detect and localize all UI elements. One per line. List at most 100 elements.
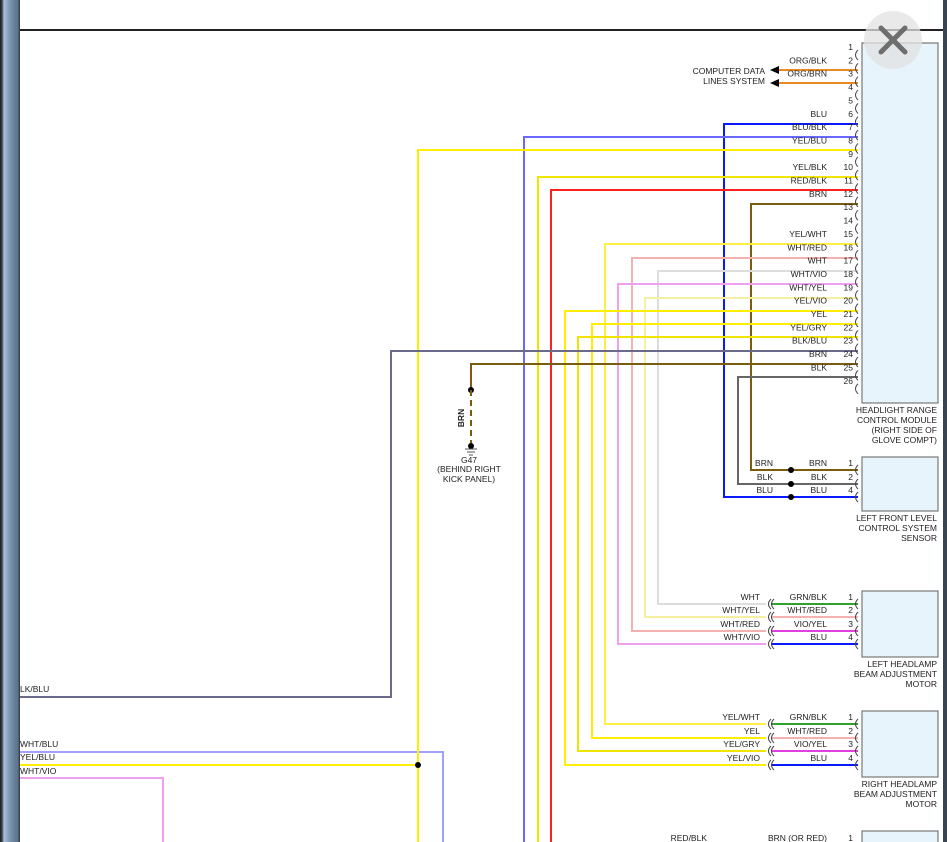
pin-number: 3 <box>848 619 853 629</box>
connector-terminal <box>768 638 772 650</box>
wire-label: GRN/BLK <box>790 712 828 722</box>
pin-number: 4 <box>848 632 853 642</box>
wire-label: WHT/VIO <box>20 766 57 776</box>
wire-label: BLU/BLK <box>792 122 827 132</box>
wire-label: RED/BLK <box>791 176 828 186</box>
wire-pin-22 <box>577 336 858 752</box>
pin-number: 25 <box>844 362 854 372</box>
pin-number: 20 <box>844 296 854 306</box>
splice-dot <box>788 494 794 500</box>
pin-number: 1 <box>848 592 853 602</box>
pin-number: 6 <box>848 109 853 119</box>
headlight-range-control-module <box>861 42 939 404</box>
pin-number: 17 <box>844 256 854 266</box>
pin-number: 1 <box>848 458 853 468</box>
connector-terminal <box>855 383 859 395</box>
connector-terminal <box>768 611 772 623</box>
wire-wht-vio-left <box>20 777 164 842</box>
motor-label: MOTOR <box>906 679 937 689</box>
connector-terminal <box>855 49 859 61</box>
wire-label: YEL <box>811 309 827 319</box>
connector-terminal <box>855 183 859 194</box>
connector-terminal <box>855 370 859 381</box>
wire-label: BLK <box>757 472 773 482</box>
module-label: GLOVE COMPT) <box>872 435 937 445</box>
pin-number: 1 <box>848 42 853 52</box>
pin-number: 2 <box>848 472 853 482</box>
close-button[interactable] <box>864 11 922 69</box>
connector-terminal <box>855 276 859 288</box>
connector-terminal <box>855 103 859 114</box>
wire-label: WHT/RED <box>787 605 827 615</box>
wire-label: WHT/RED <box>720 619 760 629</box>
arrow-icon <box>770 79 779 87</box>
wire-label: ORG/BLK <box>789 55 827 65</box>
wire-label: YEL/BLU <box>792 135 827 145</box>
wire-label: RED/BLK <box>671 833 708 842</box>
connector-terminal <box>855 329 859 341</box>
pin-number: 16 <box>844 242 854 252</box>
wire-label: WHT/YEL <box>789 282 827 292</box>
computer-data-label: COMPUTER DATA <box>693 66 766 76</box>
pin-number: 21 <box>844 309 854 319</box>
connector-terminal <box>855 303 859 315</box>
wire-label: BRN <box>809 349 827 359</box>
connector-terminal <box>768 745 772 757</box>
wire-label: BLK <box>811 472 827 482</box>
connector-terminal <box>855 129 859 141</box>
wire-label: WHT/RED <box>787 726 827 736</box>
pin-number: 2 <box>848 605 853 615</box>
wire-label: WHT <box>741 592 760 602</box>
connector-terminal <box>768 759 772 771</box>
close-icon <box>878 25 908 55</box>
wire-label: YEL/BLU <box>20 752 55 762</box>
wire-label: VIO/YEL <box>794 619 827 629</box>
pin-number: 4 <box>848 753 853 763</box>
wire-label: BRN <box>755 458 773 468</box>
connector-terminal <box>855 116 859 128</box>
wire-label: YEL <box>744 726 760 736</box>
pin-number: 19 <box>844 282 854 292</box>
wire-pin-17 <box>657 270 858 605</box>
connector-terminal <box>855 156 859 168</box>
pin-number: 22 <box>844 322 854 332</box>
connector-terminal <box>855 62 859 74</box>
computer-data-label: LINES SYSTEM <box>703 76 765 86</box>
pin-number: 2 <box>848 55 853 65</box>
connector-terminal <box>855 169 859 181</box>
connector-terminal <box>768 625 772 637</box>
motor-label: MOTOR <box>906 799 937 809</box>
connector-terminal <box>855 263 859 274</box>
motor-label: LEFT HEADLAMP <box>867 659 937 669</box>
wire-label: BLU <box>810 109 827 119</box>
wire-label: BLU <box>810 485 827 495</box>
wire-label: WHT/VIO <box>791 269 828 279</box>
pin-number: 8 <box>848 135 853 145</box>
wire-label: BLU <box>810 632 827 642</box>
pin-number: 3 <box>848 69 853 79</box>
wire-label: YEL/GRY <box>790 322 827 332</box>
wire-label: BLU <box>810 753 827 763</box>
ground-location: (BEHIND RIGHT <box>437 464 501 474</box>
pin-number: 5 <box>848 95 853 105</box>
wire-label: YEL/WHT <box>789 229 827 239</box>
sensor-label: SENSOR <box>901 533 937 543</box>
pin-number: 13 <box>844 202 854 212</box>
pin-number: 10 <box>844 162 854 172</box>
left-motor <box>861 590 939 658</box>
wire-label: LK/BLU <box>20 684 49 694</box>
wire-pin-23 <box>20 350 858 698</box>
connector-terminal <box>855 76 859 88</box>
connector-terminal <box>855 143 859 154</box>
pin-number: 23 <box>844 336 854 346</box>
pin-number: 1 <box>848 712 853 722</box>
connector-terminal <box>768 732 772 744</box>
wire-pin-20 <box>564 310 858 766</box>
connector-terminal <box>855 89 859 101</box>
pin-number: 11 <box>844 176 853 186</box>
connector-terminal <box>855 196 859 208</box>
wire-label: YEL/VIO <box>794 296 827 306</box>
wire-label: YEL/BLK <box>793 162 828 172</box>
wire-label: WHT/BLU <box>20 739 58 749</box>
wire-label: WHT <box>808 256 827 266</box>
